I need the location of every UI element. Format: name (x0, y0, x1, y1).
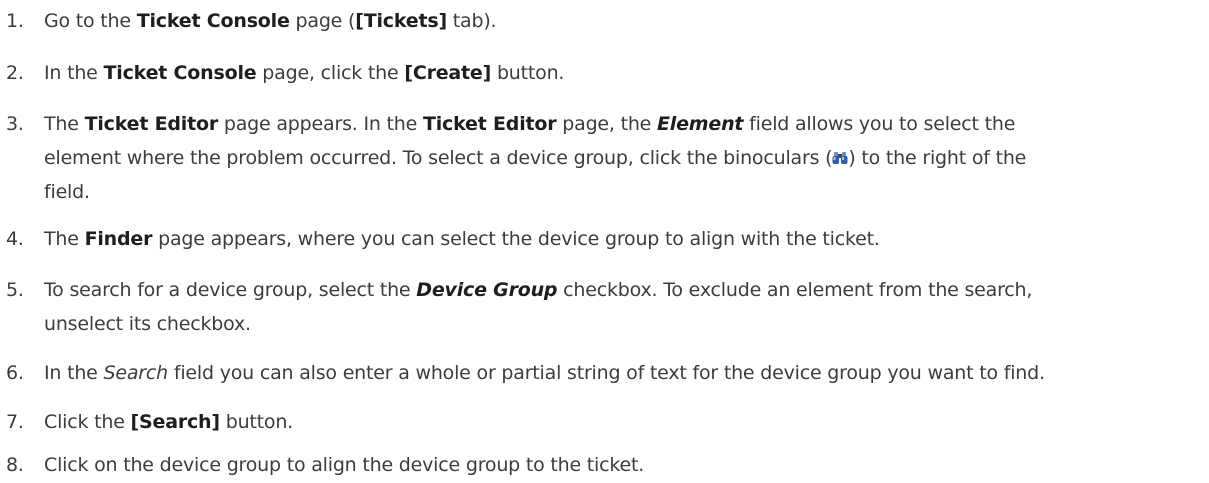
step-text-run: field allows you to select the (743, 113, 1016, 135)
step-text: Click on the device group to align the d… (44, 448, 1200, 482)
step-text-run: button. (491, 62, 565, 84)
step-text-run: page, click the (256, 62, 405, 84)
step-number: 8. (6, 454, 24, 476)
step-item: 8. Click on the device group to align th… (0, 448, 1200, 482)
step-number: 6. (6, 362, 24, 384)
step-item: 6. In the Search field you can also ente… (0, 356, 1200, 390)
step-text-run: The (44, 113, 85, 135)
step-item: 4. The Finder page appears, where you ca… (0, 222, 1200, 256)
step-text-run: page ( (289, 10, 356, 32)
field-name-italic: Search (103, 362, 169, 384)
step-text-run: element where the problem occurred. To s… (44, 147, 833, 169)
ui-term-bold: [Search] (130, 411, 221, 433)
ui-term-bold: [Create] (404, 62, 492, 84)
ui-term-bold: Finder (84, 228, 153, 250)
step-number: 7. (6, 411, 24, 433)
step-text: The Finder page appears, where you can s… (44, 222, 1200, 256)
ui-term-bold: Ticket Editor (422, 113, 557, 135)
step-number: 2. (6, 62, 24, 84)
step-text: Go to the Ticket Console page ([Tickets]… (44, 4, 1200, 38)
step-text-run: field you can also enter a whole or part… (168, 362, 1045, 384)
ui-term-bold: Ticket Console (136, 10, 290, 32)
step-text: In the Ticket Console page, click the [C… (44, 56, 1200, 90)
step-text: To search for a device group, select the… (44, 273, 1200, 341)
step-item: 5. To search for a device group, select … (0, 273, 1200, 341)
ui-term-bold: Ticket Editor (84, 113, 219, 135)
step-item: 1. Go to the Ticket Console page ([Ticke… (0, 4, 1200, 38)
step-text-run: page appears, where you can select the d… (152, 228, 880, 250)
step-item: 3. The Ticket Editor page appears. In th… (0, 107, 1200, 209)
step-text: The Ticket Editor page appears. In the T… (44, 107, 1200, 209)
ui-term-bold: Ticket Console (103, 62, 257, 84)
step-text-run: page, the (556, 113, 658, 135)
step-text-run: Go to the (44, 10, 137, 32)
step-text-run: To search for a device group, select the (44, 279, 417, 301)
step-text-run: checkbox. To exclude an element from the… (557, 279, 1033, 301)
ui-term-bold: [Tickets] (355, 10, 447, 32)
step-number: 5. (6, 279, 24, 301)
step-text-run: button. (219, 411, 294, 433)
step-text-run: Click on the device group to align the d… (44, 454, 645, 476)
step-text: In the Search field you can also enter a… (44, 356, 1200, 390)
step-item: 7. Click the [Search] button. (0, 405, 1200, 439)
step-item: 2. In the Ticket Console page, click the… (0, 56, 1200, 90)
step-text-run: page appears. In the (218, 113, 423, 135)
step-text-run: ) to the right of the (848, 147, 1027, 169)
step-text-run: The (44, 228, 85, 250)
step-text-run: Click the (44, 411, 131, 433)
step-text-run: unselect its checkbox. (44, 313, 251, 335)
step-number: 3. (6, 113, 24, 135)
field-name-emphasis: Device Group (416, 279, 558, 301)
step-number: 1. (6, 10, 24, 32)
step-text-run: tab). (446, 10, 497, 32)
step-number: 4. (6, 228, 24, 250)
step-text-run: In the (44, 62, 104, 84)
step-text-run: In the (44, 362, 104, 384)
step-text-run: field. (44, 181, 90, 203)
binoculars-icon (832, 151, 848, 165)
field-name-emphasis: Element (657, 113, 744, 135)
step-text: Click the [Search] button. (44, 405, 1200, 439)
